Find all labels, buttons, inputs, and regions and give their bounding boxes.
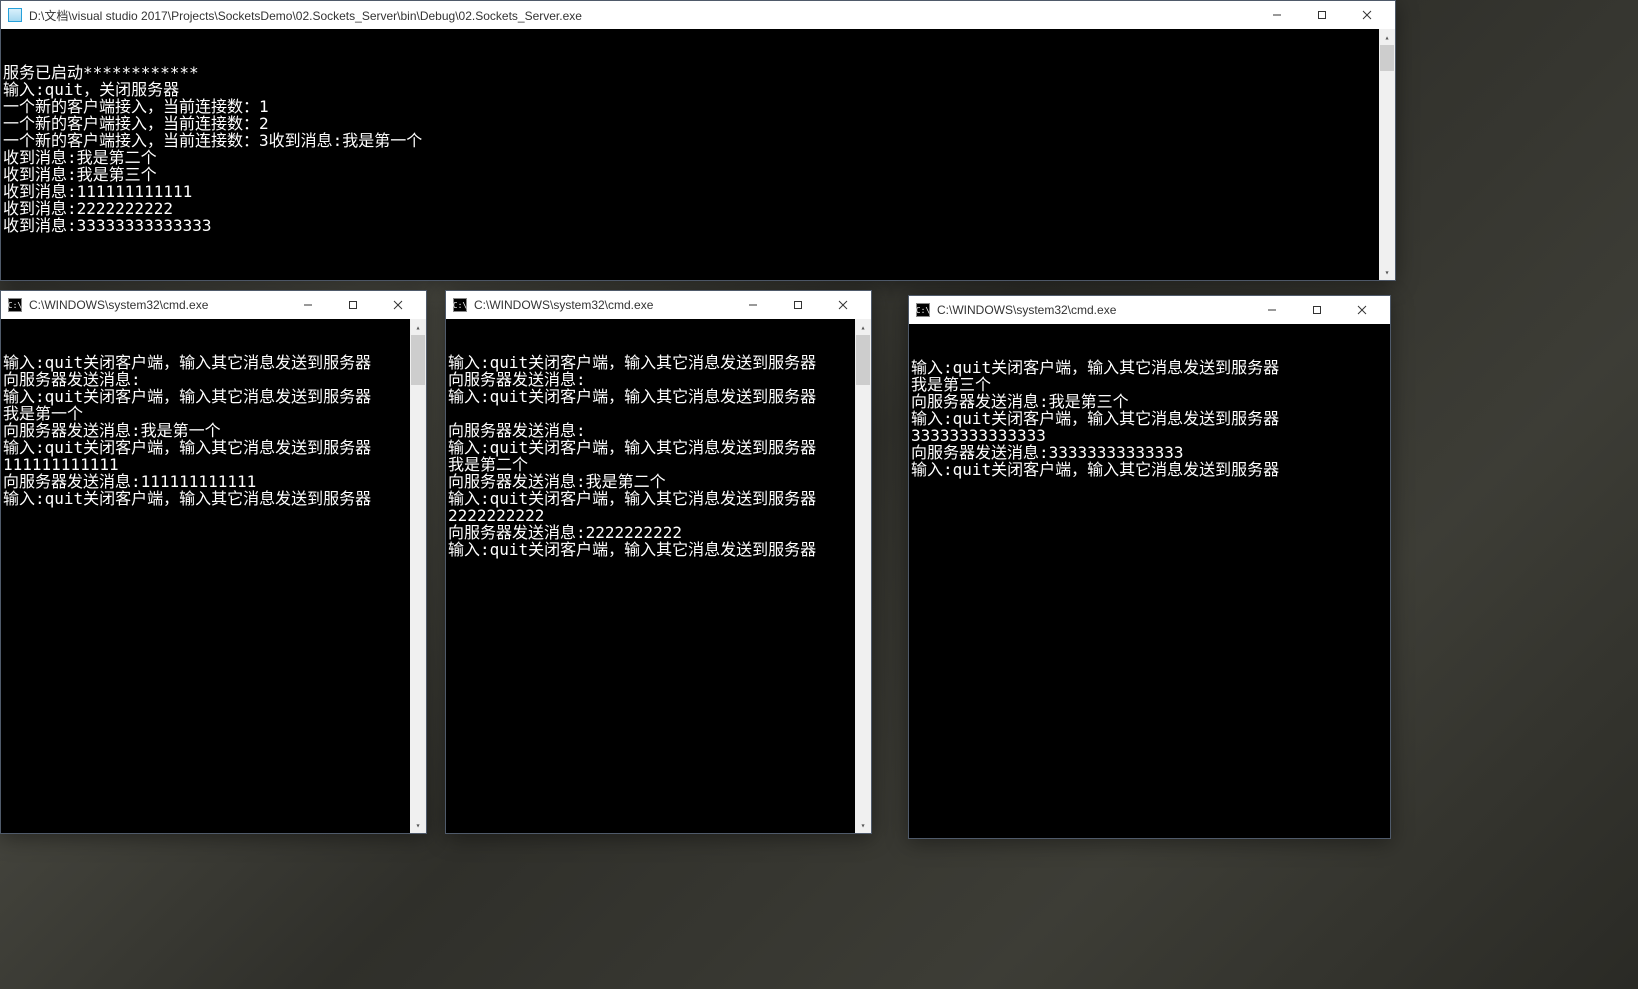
close-button[interactable]	[1339, 297, 1384, 323]
minimize-icon	[748, 300, 758, 310]
console-line: 111111111111	[3, 456, 424, 473]
scroll-up-icon[interactable]: ▴	[1379, 29, 1395, 45]
minimize-button[interactable]	[1249, 297, 1294, 323]
exe-icon	[7, 7, 23, 23]
client2-window: C:\ C:\WINDOWS\system32\cmd.exe 输入:quit关…	[445, 290, 872, 834]
console-line: 向服务器发送消息:我是第一个	[3, 422, 424, 439]
window-controls	[730, 292, 865, 318]
minimize-icon	[1272, 10, 1282, 20]
maximize-icon	[348, 300, 358, 310]
minimize-icon	[1267, 305, 1277, 315]
console-line: 收到消息:我是第三个	[3, 166, 1393, 183]
minimize-button[interactable]	[1254, 2, 1299, 28]
console-line: 输入:quit关闭客户端，输入其它消息发送到服务器	[448, 490, 869, 507]
close-icon	[1357, 305, 1367, 315]
console-line: 我是第一个	[3, 405, 424, 422]
console-line: 我是第三个	[911, 376, 1388, 393]
scroll-down-icon[interactable]: ▾	[410, 817, 426, 833]
console-line: 向服务器发送消息:我是第二个	[448, 473, 869, 490]
close-button[interactable]	[820, 292, 865, 318]
maximize-icon	[1317, 10, 1327, 20]
close-button[interactable]	[1344, 2, 1389, 28]
scroll-down-icon[interactable]: ▾	[855, 817, 871, 833]
window-controls	[285, 292, 420, 318]
window-title: C:\WINDOWS\system32\cmd.exe	[937, 303, 1249, 317]
console-line: 输入:quit关闭客户端，输入其它消息发送到服务器	[3, 354, 424, 371]
window-title: C:\WINDOWS\system32\cmd.exe	[474, 298, 730, 312]
scroll-down-icon[interactable]: ▾	[1379, 264, 1395, 280]
minimize-button[interactable]	[285, 292, 330, 318]
client3-window: C:\ C:\WINDOWS\system32\cmd.exe 输入:quit关…	[908, 295, 1391, 839]
console-line: 向服务器发送消息:	[448, 371, 869, 388]
window-title: D:\文档\visual studio 2017\Projects\Socket…	[29, 7, 1254, 24]
console-line: 一个新的客户端接入，当前连接数：1	[3, 98, 1393, 115]
scroll-up-icon[interactable]: ▴	[855, 319, 871, 335]
console-line: 向服务器发送消息:	[448, 422, 869, 439]
scroll-thumb[interactable]	[411, 335, 425, 385]
client3-console-output[interactable]: 输入:quit关闭客户端，输入其它消息发送到服务器我是第三个向服务器发送消息:我…	[909, 324, 1390, 838]
console-line: 输入:quit关闭客户端，输入其它消息发送到服务器	[911, 410, 1388, 427]
console-line: 33333333333333	[911, 427, 1388, 444]
console-line: 收到消息:2222222222	[3, 200, 1393, 217]
window-title: C:\WINDOWS\system32\cmd.exe	[29, 298, 285, 312]
close-icon	[1362, 10, 1372, 20]
scrollbar[interactable]: ▴ ▾	[410, 319, 426, 833]
maximize-icon	[793, 300, 803, 310]
scroll-up-icon[interactable]: ▴	[410, 319, 426, 335]
console-line: 向服务器发送消息:111111111111	[3, 473, 424, 490]
close-button[interactable]	[375, 292, 420, 318]
window-controls	[1254, 2, 1389, 28]
server-titlebar[interactable]: D:\文档\visual studio 2017\Projects\Socket…	[1, 1, 1395, 29]
console-line: 输入:quit关闭客户端，输入其它消息发送到服务器	[3, 490, 424, 507]
close-icon	[838, 300, 848, 310]
console-line: 我是第二个	[448, 456, 869, 473]
maximize-button[interactable]	[330, 292, 375, 318]
window-controls	[1249, 297, 1384, 323]
console-line: 输入:quit关闭客户端，输入其它消息发送到服务器	[3, 439, 424, 456]
console-line: 向服务器发送消息:	[3, 371, 424, 388]
scroll-thumb[interactable]	[1380, 45, 1394, 71]
console-line: 收到消息:111111111111	[3, 183, 1393, 200]
scroll-thumb[interactable]	[856, 335, 870, 385]
client3-titlebar[interactable]: C:\ C:\WINDOWS\system32\cmd.exe	[909, 296, 1390, 324]
server-console-output[interactable]: 服务已启动************输入:quit，关闭服务器一个新的客户端接入，…	[1, 29, 1395, 280]
console-line: 输入:quit关闭客户端，输入其它消息发送到服务器	[448, 541, 869, 558]
console-line: 向服务器发送消息:我是第三个	[911, 393, 1388, 410]
cmd-icon: C:\	[7, 297, 23, 313]
console-line: 收到消息:我是第二个	[3, 149, 1393, 166]
console-line: 输入:quit，关闭服务器	[3, 81, 1393, 98]
console-line: 2222222222	[448, 507, 869, 524]
scrollbar[interactable]: ▴ ▾	[1379, 29, 1395, 280]
maximize-button[interactable]	[775, 292, 820, 318]
maximize-icon	[1312, 305, 1322, 315]
maximize-button[interactable]	[1294, 297, 1339, 323]
close-icon	[393, 300, 403, 310]
maximize-button[interactable]	[1299, 2, 1344, 28]
console-line: 输入:quit关闭客户端，输入其它消息发送到服务器	[448, 388, 869, 405]
minimize-icon	[303, 300, 313, 310]
console-line: 向服务器发送消息:33333333333333	[911, 444, 1388, 461]
console-line	[448, 405, 869, 422]
scrollbar[interactable]: ▴ ▾	[855, 319, 871, 833]
server-window: D:\文档\visual studio 2017\Projects\Socket…	[0, 0, 1396, 281]
console-line: 一个新的客户端接入，当前连接数：2	[3, 115, 1393, 132]
console-line: 输入:quit关闭客户端，输入其它消息发送到服务器	[911, 359, 1388, 376]
client2-console-output[interactable]: 输入:quit关闭客户端，输入其它消息发送到服务器向服务器发送消息:输入:qui…	[446, 319, 871, 833]
console-line: 服务已启动************	[3, 64, 1393, 81]
minimize-button[interactable]	[730, 292, 775, 318]
console-line: 输入:quit关闭客户端，输入其它消息发送到服务器	[448, 354, 869, 371]
console-line: 向服务器发送消息:2222222222	[448, 524, 869, 541]
cmd-icon: C:\	[915, 302, 931, 318]
client1-window: C:\ C:\WINDOWS\system32\cmd.exe 输入:quit关…	[0, 290, 427, 834]
client1-titlebar[interactable]: C:\ C:\WINDOWS\system32\cmd.exe	[1, 291, 426, 319]
console-line: 收到消息:33333333333333	[3, 217, 1393, 234]
console-line: 输入:quit关闭客户端，输入其它消息发送到服务器	[911, 461, 1388, 478]
console-line: 一个新的客户端接入，当前连接数：3收到消息:我是第一个	[3, 132, 1393, 149]
console-line: 输入:quit关闭客户端，输入其它消息发送到服务器	[448, 439, 869, 456]
cmd-icon: C:\	[452, 297, 468, 313]
client1-console-output[interactable]: 输入:quit关闭客户端，输入其它消息发送到服务器向服务器发送消息:输入:qui…	[1, 319, 426, 833]
console-line: 输入:quit关闭客户端，输入其它消息发送到服务器	[3, 388, 424, 405]
client2-titlebar[interactable]: C:\ C:\WINDOWS\system32\cmd.exe	[446, 291, 871, 319]
